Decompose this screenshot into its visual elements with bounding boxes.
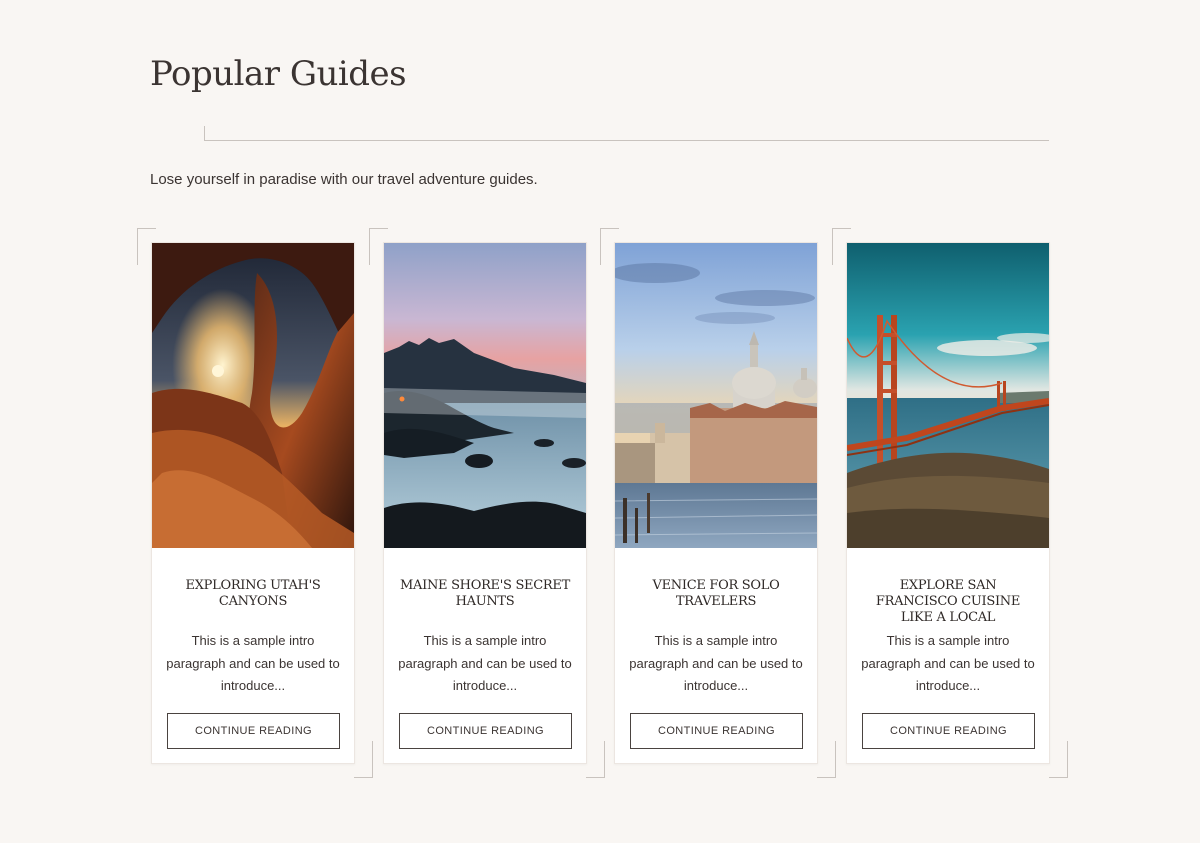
guide-card: Maine Shore's Secret Haunts This is a sa… bbox=[383, 242, 587, 764]
guide-card-wrapper: Exploring Utah's Canyons This is a sampl… bbox=[137, 228, 373, 778]
guide-title[interactable]: Maine Shore's Secret Haunts bbox=[398, 578, 572, 612]
guide-card-wrapper: Maine Shore's Secret Haunts This is a sa… bbox=[369, 228, 605, 778]
guide-image-utah-canyon[interactable] bbox=[152, 243, 354, 548]
guide-excerpt: This is a sample intro paragraph and can… bbox=[398, 633, 572, 693]
section-title: Popular Guides bbox=[150, 54, 407, 94]
guide-image-venice[interactable] bbox=[615, 243, 817, 548]
guide-title[interactable]: Venice for Solo Travelers bbox=[629, 578, 803, 612]
corner-decoration bbox=[354, 741, 373, 778]
continue-reading-button[interactable]: CONTINUE READING bbox=[399, 713, 572, 749]
guide-title[interactable]: Exploring Utah's Canyons bbox=[166, 578, 340, 612]
title-divider bbox=[204, 126, 1049, 141]
popular-guides-section: Popular Guides Lose yourself in paradise… bbox=[0, 0, 1200, 843]
guide-cards: Exploring Utah's Canyons This is a sampl… bbox=[137, 228, 1068, 778]
continue-reading-button[interactable]: CONTINUE READING bbox=[862, 713, 1035, 749]
guide-card-wrapper: Explore San Francisco Cuisine Like a Loc… bbox=[832, 228, 1068, 778]
corner-decoration bbox=[586, 741, 605, 778]
continue-reading-button[interactable]: CONTINUE READING bbox=[167, 713, 340, 749]
guide-image-maine-shore[interactable] bbox=[384, 243, 586, 548]
guide-image-golden-gate[interactable] bbox=[847, 243, 1049, 548]
guide-card: Venice for Solo Travelers This is a samp… bbox=[614, 242, 818, 764]
corner-decoration bbox=[1049, 741, 1068, 778]
continue-reading-button[interactable]: CONTINUE READING bbox=[630, 713, 803, 749]
guide-excerpt: This is a sample intro paragraph and can… bbox=[629, 633, 803, 693]
corner-decoration bbox=[817, 741, 836, 778]
guide-card: Explore San Francisco Cuisine Like a Loc… bbox=[846, 242, 1050, 764]
guide-excerpt: This is a sample intro paragraph and can… bbox=[861, 633, 1035, 693]
guide-card-wrapper: Venice for Solo Travelers This is a samp… bbox=[600, 228, 836, 778]
guide-title[interactable]: Explore San Francisco Cuisine Like a Loc… bbox=[861, 578, 1035, 625]
section-intro: Lose yourself in paradise with our trave… bbox=[150, 171, 538, 188]
guide-card: Exploring Utah's Canyons This is a sampl… bbox=[151, 242, 355, 764]
guide-excerpt: This is a sample intro paragraph and can… bbox=[166, 633, 340, 693]
